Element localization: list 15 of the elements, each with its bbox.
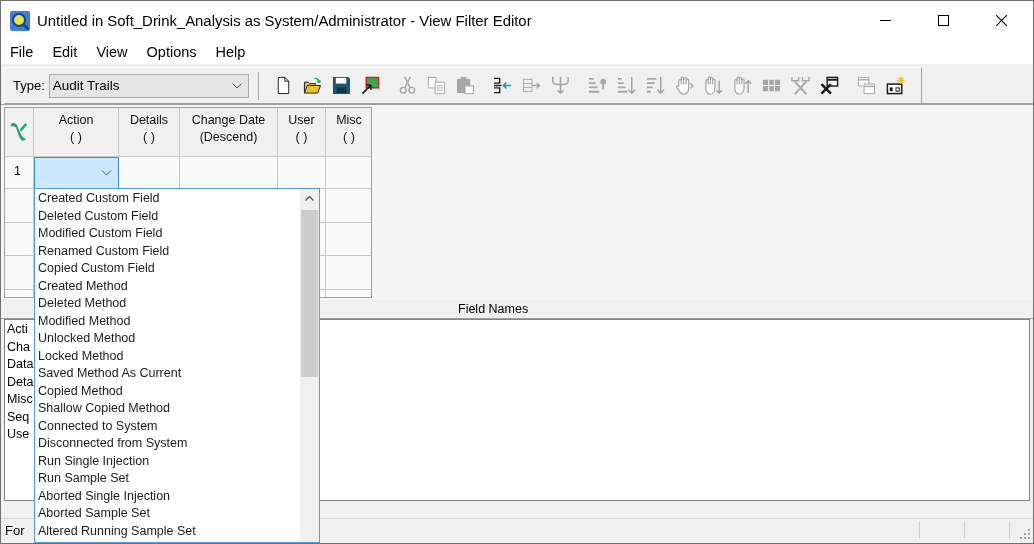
row-header: 1 [5, 157, 34, 189]
sort-order: ( ) [70, 129, 82, 146]
type-label: Type: [13, 78, 45, 93]
window-title: Untitled in Soft_Drink_Analysis as System/Administrator - View Filter Editor [37, 12, 532, 29]
column-title: Misc [336, 112, 362, 129]
sort-order: (Descend) [199, 129, 258, 146]
column-title: Action [58, 112, 94, 129]
status-text: For [5, 522, 25, 538]
sort-order: ( ) [295, 129, 308, 146]
type-value: Audit Trails [52, 78, 120, 93]
column-title: Details [129, 112, 169, 129]
column-title: User [288, 112, 315, 129]
column-title: Change Date [191, 112, 266, 129]
sort-order: ( ) [143, 129, 155, 146]
sort-order: ( ) [343, 129, 355, 146]
